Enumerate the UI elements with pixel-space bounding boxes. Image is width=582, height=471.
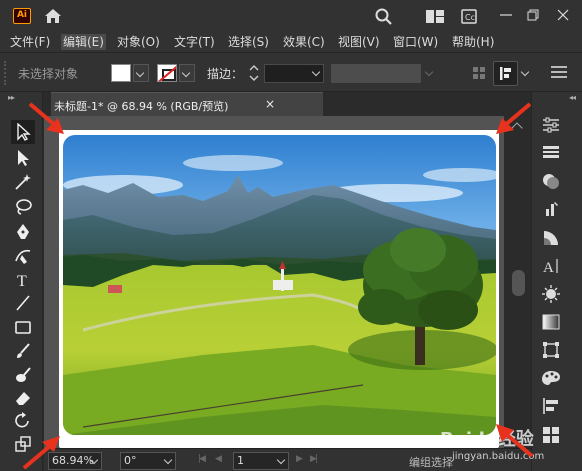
artboard[interactable]	[59, 130, 499, 448]
transform-panel-icon[interactable]	[540, 339, 562, 361]
title-bar: Ai Cc	[0, 0, 582, 32]
fill-color-swatch[interactable]	[111, 64, 131, 82]
pen-tool-icon[interactable]	[11, 220, 35, 244]
stroke-weight-input[interactable]	[264, 64, 324, 83]
control-bar: 未选择对象 描边：	[0, 52, 582, 92]
selection-status: 未选择对象	[18, 67, 79, 81]
properties-panel-icon[interactable]	[540, 114, 562, 136]
document-tab-title: 未标题-1* @ 68.94 % (RGB/预览)	[54, 100, 229, 113]
blob-brush-tool-icon[interactable]	[11, 363, 35, 387]
menu-object[interactable]: 对象(O)	[115, 34, 162, 50]
panel-menu-icon[interactable]	[551, 65, 567, 82]
next-artboard-icon[interactable]: ▶	[296, 454, 303, 464]
previous-artboard-icon[interactable]: ◀	[215, 454, 222, 464]
workspace-layout-icon[interactable]	[426, 10, 444, 26]
graphic-style-dropdown	[423, 64, 439, 83]
panel-grip[interactable]	[4, 61, 8, 85]
maximize-button[interactable]	[523, 6, 543, 24]
color-panel-icon[interactable]	[540, 283, 562, 305]
align-grid-icon[interactable]	[473, 67, 485, 82]
graphic-style-field	[331, 64, 421, 83]
home-icon[interactable]	[44, 8, 62, 27]
search-icon[interactable]	[375, 8, 392, 28]
menu-select[interactable]: 选择(S)	[226, 34, 271, 50]
scrollbar-thumb[interactable]	[512, 270, 525, 296]
library-icon[interactable]: Cc	[461, 9, 477, 27]
lasso-tool-icon[interactable]	[11, 195, 35, 219]
rectangle-tool-icon[interactable]	[11, 315, 35, 339]
minimize-button[interactable]	[496, 6, 516, 24]
swatches-panel-icon[interactable]	[540, 424, 562, 446]
align-to-button[interactable]	[493, 61, 518, 86]
app-logo: Ai	[13, 8, 31, 24]
magic-wand-tool-icon[interactable]	[11, 170, 35, 194]
current-tool-status: 编组选择	[409, 456, 453, 469]
line-tool-icon[interactable]	[11, 291, 35, 315]
eraser-tool-icon[interactable]	[11, 386, 35, 410]
landscape-photo[interactable]	[63, 135, 496, 435]
svg-text:Cc: Cc	[465, 13, 475, 22]
svg-text:T: T	[17, 273, 27, 289]
fill-dropdown[interactable]	[133, 64, 149, 82]
curvature-tool-icon[interactable]	[11, 244, 35, 268]
annotation-arrow-top-left	[28, 102, 64, 134]
brushes-panel-icon[interactable]	[540, 198, 562, 220]
transparency-panel-icon[interactable]	[540, 227, 562, 249]
menu-help[interactable]: 帮助(H)	[450, 34, 496, 50]
stroke-dropdown[interactable]	[179, 64, 195, 82]
close-tab-icon[interactable]: ×	[265, 97, 275, 111]
menu-file[interactable]: 文件(F)	[8, 34, 52, 50]
vertical-scrollbar[interactable]	[506, 116, 531, 448]
stroke-weight-spinner[interactable]	[247, 63, 261, 83]
annotation-arrow-bottom-right	[496, 424, 534, 458]
layers-panel-icon[interactable]	[540, 141, 562, 163]
appearance-panel-icon[interactable]	[540, 170, 562, 192]
rotation-field[interactable]: 0°	[120, 452, 176, 470]
stroke-color-swatch[interactable]	[157, 64, 177, 82]
last-artboard-icon[interactable]: ▶|	[310, 454, 318, 464]
stroke-label: 描边：	[207, 67, 244, 81]
gradient-panel-icon[interactable]	[540, 311, 562, 333]
annotation-arrow-bottom-left	[22, 436, 60, 470]
collapse-panel-icon[interactable]: ▸▸	[8, 93, 15, 102]
artboard-number-field[interactable]: 1	[233, 452, 289, 470]
document-tab[interactable]: 未标题-1* @ 68.94 % (RGB/预览) ×	[51, 92, 323, 116]
annotation-arrow-top-right	[496, 102, 532, 134]
rotation-value: 0°	[124, 454, 137, 467]
svg-text:A: A	[543, 260, 554, 275]
menu-view[interactable]: 视图(V)	[336, 34, 382, 50]
character-panel-icon[interactable]: A	[540, 255, 562, 277]
artboard-number-value: 1	[237, 454, 244, 467]
collapse-dock-icon[interactable]: ◂◂	[569, 93, 576, 102]
paintbrush-tool-icon[interactable]	[11, 339, 35, 363]
menu-window[interactable]: 窗口(W)	[391, 34, 440, 50]
canvas-area[interactable]	[44, 116, 504, 448]
type-tool-icon[interactable]: T	[11, 268, 35, 292]
direct-selection-tool-icon[interactable]	[11, 146, 35, 170]
menu-effect[interactable]: 效果(C)	[281, 34, 327, 50]
align-to-dropdown[interactable]	[519, 64, 533, 82]
panel-dock: ◂◂ A	[531, 92, 582, 471]
graphic-styles-panel-icon[interactable]	[540, 367, 562, 389]
close-window-button[interactable]	[553, 6, 573, 24]
menu-type[interactable]: 文字(T)	[172, 34, 217, 50]
menu-bar: 文件(F) 编辑(E) 对象(O) 文字(T) 选择(S) 效果(C) 视图(V…	[0, 32, 582, 52]
document-tab-bar: 未标题-1* @ 68.94 % (RGB/预览) ×	[44, 92, 531, 116]
align-panel-icon[interactable]	[540, 395, 562, 417]
tools-panel: ▸▸ T	[0, 92, 43, 471]
first-artboard-icon[interactable]: |◀	[198, 454, 206, 464]
menu-edit[interactable]: 编辑(E)	[61, 34, 106, 50]
chevron-down-icon	[311, 67, 321, 77]
